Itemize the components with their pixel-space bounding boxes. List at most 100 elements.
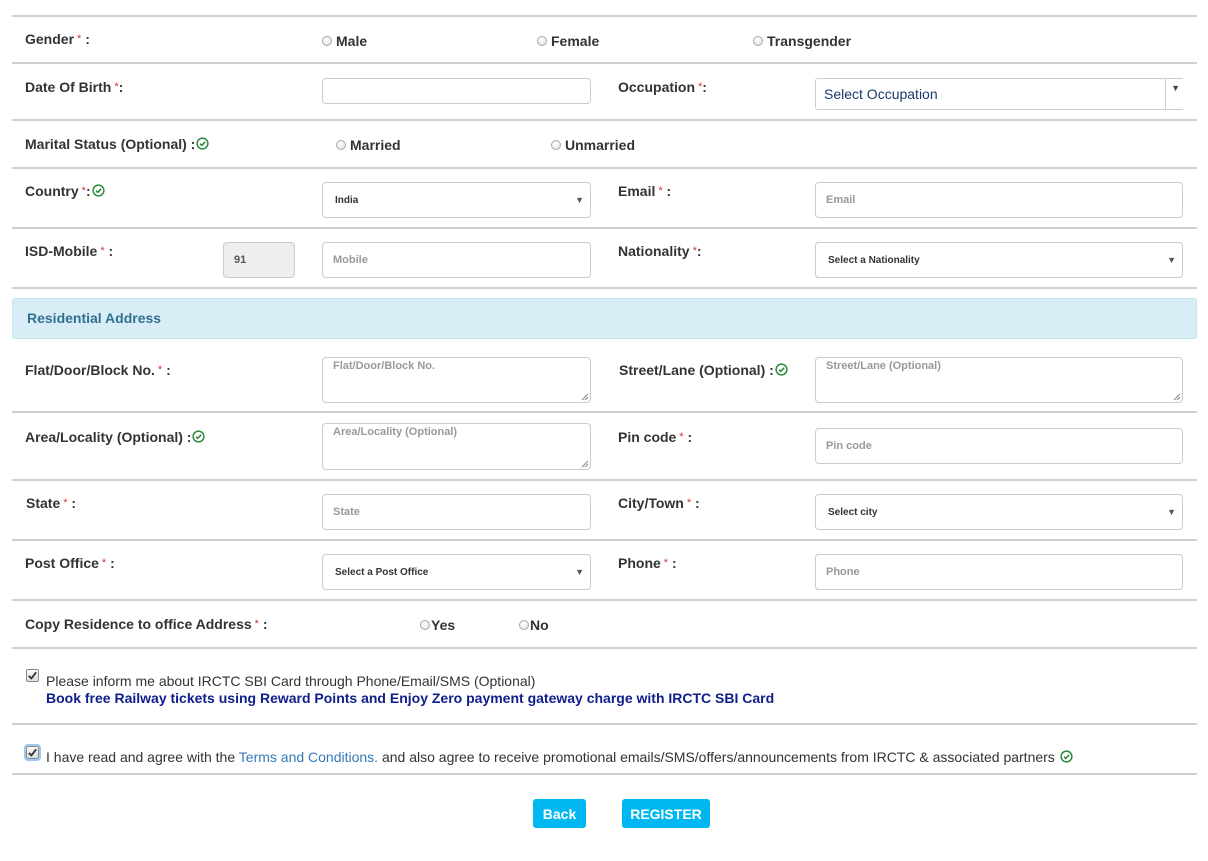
isd-code-value: 91 <box>234 254 247 266</box>
city-selected-value: Select city <box>828 506 878 518</box>
valid-check-icon <box>775 363 788 376</box>
colon: : <box>696 243 702 259</box>
divider <box>12 647 1197 649</box>
email-input[interactable]: Email <box>815 182 1183 218</box>
divider <box>12 773 1197 775</box>
isd-mobile-label-text: ISD-Mobile <box>25 243 98 259</box>
dob-label-text: Date Of Birth <box>25 79 112 95</box>
gender-radio-female[interactable]: Female <box>537 33 599 49</box>
area-textarea[interactable]: Area/Locality (Optional) <box>322 423 591 470</box>
country-select[interactable]: India ▼ <box>322 182 591 218</box>
sbi-card-checkbox[interactable] <box>26 669 39 682</box>
divider <box>12 227 1197 229</box>
required-marker: * <box>101 557 107 569</box>
chevron-down-icon[interactable]: ▼ <box>575 195 584 205</box>
city-label: City/Town * : <box>618 495 700 511</box>
chevron-down-icon[interactable]: ▼ <box>1167 507 1176 517</box>
radio-label: Female <box>551 33 600 49</box>
marital-status-label-text: Marital Status (Optional) : <box>25 136 196 152</box>
nationality-label: Nationality *: <box>618 243 702 259</box>
terms-and-conditions-link[interactable]: Terms and Conditions. <box>239 749 378 765</box>
colon: : <box>166 362 171 378</box>
terms-consent-text: I have read and agree with the Terms and… <box>46 749 1073 765</box>
post-office-select[interactable]: Select a Post Office ▼ <box>322 554 591 590</box>
post-office-label: Post Office * : <box>25 555 115 571</box>
radio-icon[interactable] <box>519 620 529 630</box>
mobile-input[interactable]: Mobile <box>322 242 591 278</box>
section-title: Residential Address <box>27 310 162 326</box>
marital-radio-unmarried[interactable]: Unmarried <box>551 137 635 153</box>
street-textarea[interactable]: Street/Lane (Optional) <box>815 357 1183 403</box>
checkmark-icon <box>28 671 37 680</box>
colon: : <box>85 31 90 47</box>
back-button[interactable]: Back <box>533 799 586 828</box>
radio-icon[interactable] <box>537 36 547 46</box>
chevron-down-icon[interactable]: ▼ <box>1171 83 1180 93</box>
radio-icon[interactable] <box>753 36 763 46</box>
required-marker: * <box>658 185 663 197</box>
colon: : <box>262 616 268 632</box>
pincode-label-text: Pin code <box>618 429 677 445</box>
gender-radio-transgender[interactable]: Transgender <box>753 33 851 49</box>
terms-prefix: I have read and agree with the <box>46 749 236 765</box>
checkmark-icon <box>28 748 37 757</box>
resize-grip-icon[interactable] <box>581 393 589 401</box>
radio-icon[interactable] <box>322 36 332 46</box>
state-input[interactable]: State <box>322 494 591 530</box>
phone-label-text: Phone <box>618 555 661 571</box>
pincode-input[interactable]: Pin code <box>815 428 1183 464</box>
radio-label: Unmarried <box>565 137 636 153</box>
area-placeholder: Area/Locality (Optional) <box>333 426 458 438</box>
colon: : <box>71 495 77 511</box>
gender-radio-male[interactable]: Male <box>322 33 367 49</box>
valid-check-icon <box>1060 750 1073 763</box>
colon: : <box>702 79 707 95</box>
colon: : <box>671 555 677 571</box>
dob-input[interactable] <box>322 78 591 104</box>
country-selected-value: India <box>335 194 359 206</box>
state-label: State * : <box>26 495 76 511</box>
radio-icon[interactable] <box>336 140 346 150</box>
street-placeholder: Street/Lane (Optional) <box>826 360 941 372</box>
email-label: Email * : <box>618 183 671 199</box>
colon: : <box>666 183 672 199</box>
colon: : <box>118 79 124 95</box>
flat-label-text: Flat/Door/Block No. <box>25 362 155 378</box>
street-label-text: Street/Lane (Optional) : <box>619 362 774 378</box>
city-select[interactable]: Select city ▼ <box>815 494 1183 530</box>
terms-checkbox[interactable] <box>24 744 41 761</box>
register-button[interactable]: REGISTER <box>622 799 710 828</box>
chevron-down-icon[interactable]: ▼ <box>1167 255 1176 265</box>
colon: : <box>85 183 91 199</box>
radio-label: Transgender <box>767 33 852 49</box>
radio-icon[interactable] <box>551 140 561 150</box>
gender-label: Gender * : <box>25 31 90 47</box>
nationality-label-text: Nationality <box>618 243 690 259</box>
colon: : <box>108 243 114 259</box>
radio-icon[interactable] <box>420 620 430 630</box>
valid-check-icon <box>192 430 206 443</box>
city-label-text: City/Town <box>618 495 684 511</box>
country-label-text: Country <box>25 183 79 199</box>
flat-textarea[interactable]: Flat/Door/Block No. <box>322 357 591 403</box>
resize-grip-icon[interactable] <box>581 460 589 468</box>
state-label-text: State <box>26 495 61 511</box>
colon: : <box>110 555 115 571</box>
radio-label: Male <box>336 33 368 49</box>
pincode-placeholder: Pin code <box>826 440 872 452</box>
required-marker: * <box>686 497 692 509</box>
dob-label: Date Of Birth *: <box>25 79 123 95</box>
gender-label-text: Gender <box>25 31 75 47</box>
nationality-select[interactable]: Select a Nationality ▼ <box>815 242 1183 278</box>
copy-address-radio-no[interactable]: No <box>519 617 549 633</box>
occupation-select[interactable]: Select Occupation ▼ <box>815 78 1183 110</box>
divider <box>12 287 1197 289</box>
phone-input[interactable]: Phone <box>815 554 1183 590</box>
marital-radio-married[interactable]: Married <box>336 137 401 153</box>
chevron-down-icon[interactable]: ▼ <box>575 567 584 577</box>
copy-address-radio-yes[interactable]: Yes <box>420 617 455 633</box>
copy-address-label: Copy Residence to office Address * : <box>25 616 268 632</box>
resize-grip-icon[interactable] <box>1173 393 1181 401</box>
pincode-label: Pin code * : <box>618 429 692 445</box>
post-office-label-text: Post Office <box>25 555 99 571</box>
